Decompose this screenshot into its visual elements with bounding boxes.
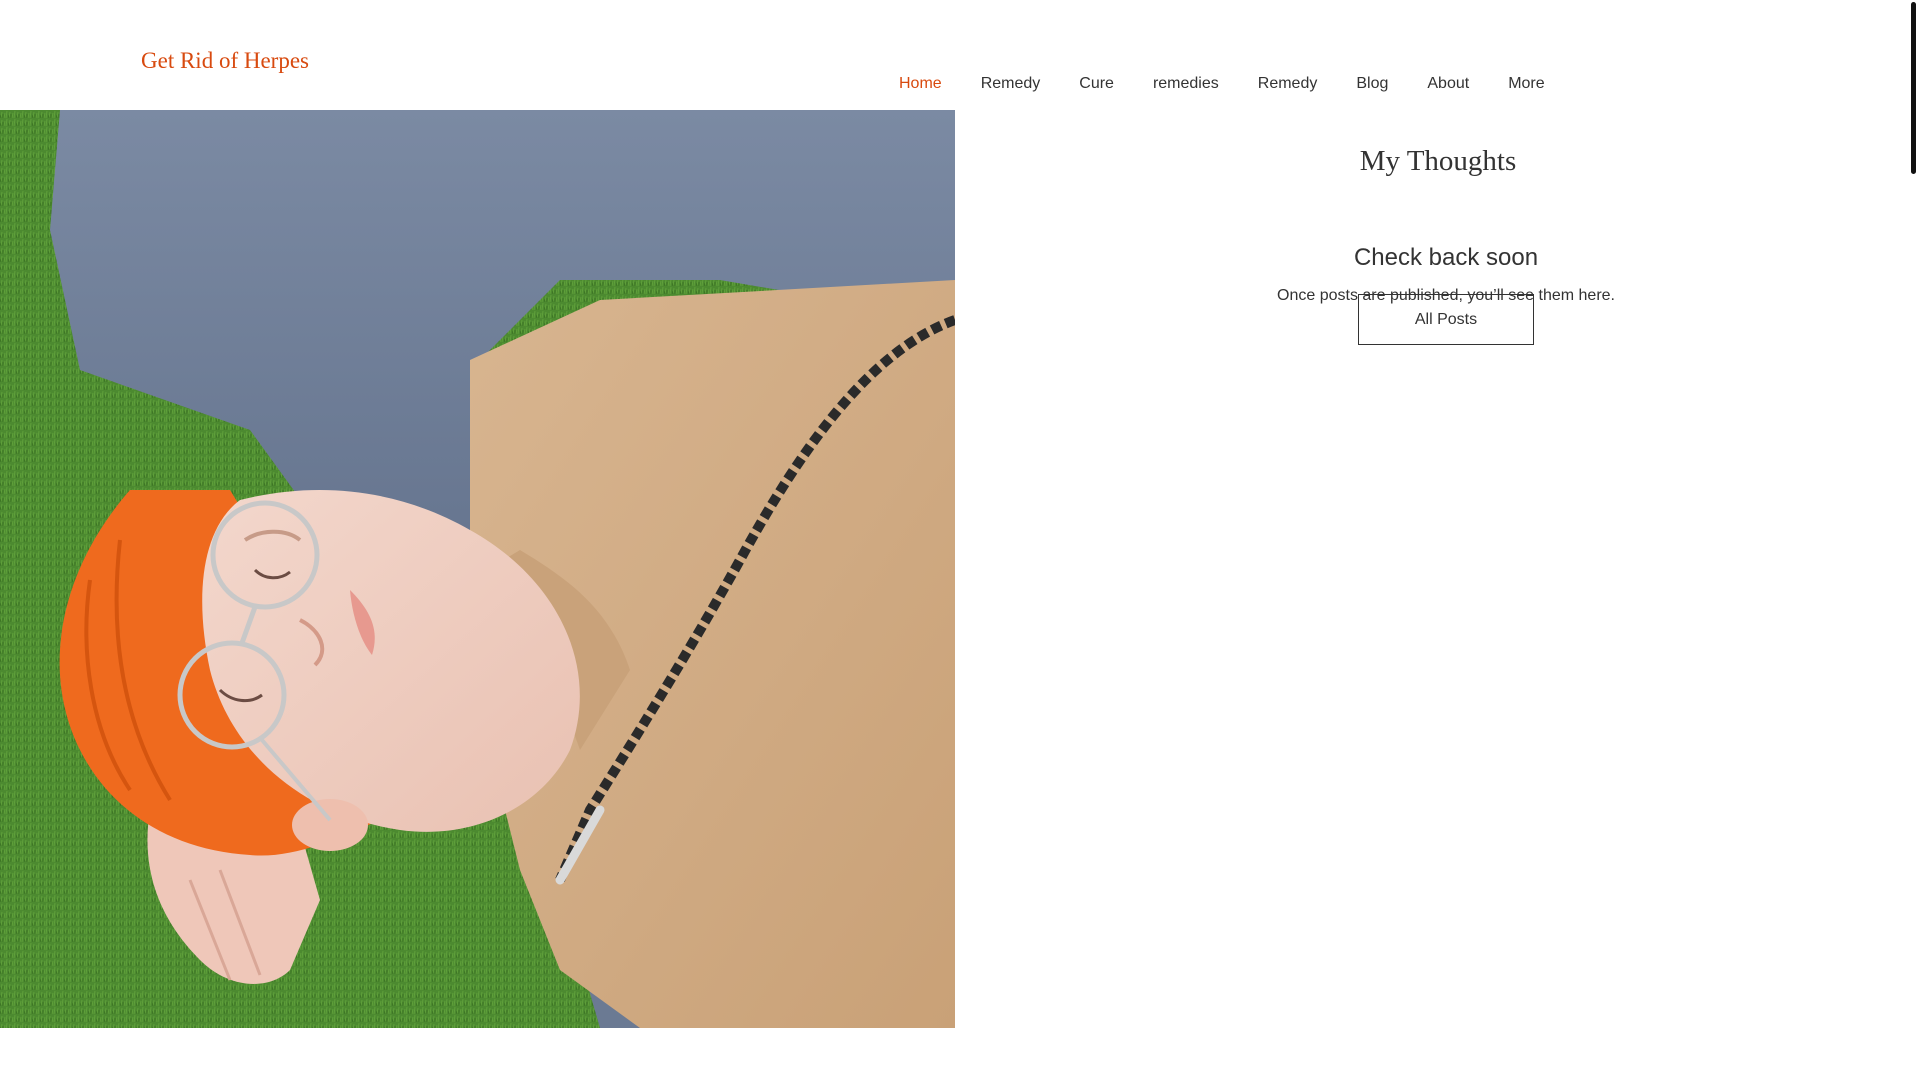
empty-state-title: Check back soon: [1353, 244, 1539, 271]
hero-image: [0, 110, 955, 1028]
main-nav: Home Remedy Cure remedies Remedy Blog Ab…: [899, 72, 1545, 96]
site-title-link[interactable]: Get Rid of Herpes: [141, 46, 309, 76]
nav-item-blog[interactable]: Blog: [1356, 75, 1388, 92]
nav-item-about[interactable]: About: [1427, 75, 1469, 92]
nav-item-remedies[interactable]: remedies: [1153, 75, 1219, 92]
nav-item-cure[interactable]: Cure: [1079, 75, 1114, 92]
nav-item-remedy-2[interactable]: Remedy: [1258, 75, 1318, 92]
page-scrollbar[interactable]: [1908, 0, 1920, 1080]
nav-item-home[interactable]: Home: [899, 75, 942, 92]
scrollbar-thumb[interactable]: [1911, 2, 1916, 174]
ear-shape: [292, 799, 368, 851]
site-header: Get Rid of Herpes Home Remedy Cure remed…: [0, 0, 1920, 110]
hero-photo-illustration: [0, 110, 955, 1028]
all-posts-button[interactable]: All Posts: [1358, 294, 1534, 345]
blog-title: My Thoughts: [1359, 145, 1517, 177]
nav-item-remedy[interactable]: Remedy: [981, 75, 1041, 92]
nav-item-more[interactable]: More: [1508, 75, 1544, 92]
